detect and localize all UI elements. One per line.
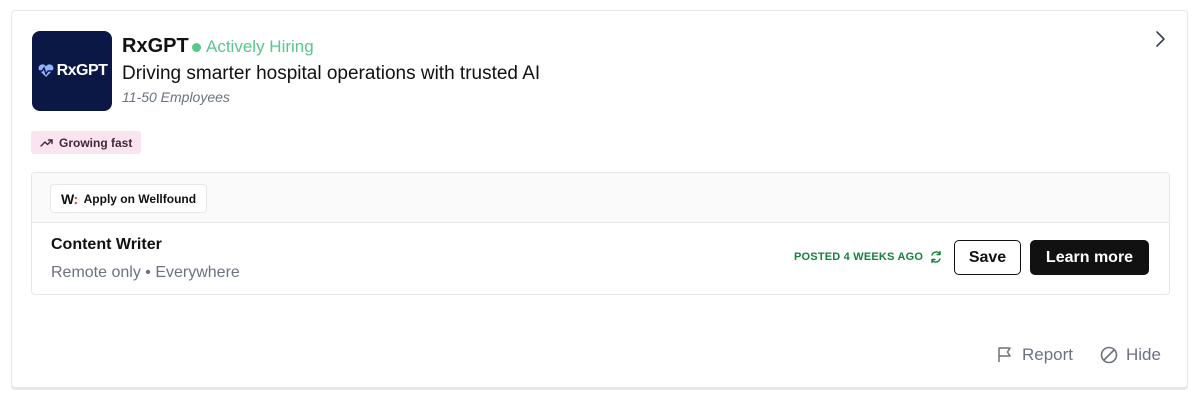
apply-on-wellfound-button[interactable]: W: Apply on Wellfound <box>50 184 208 213</box>
badge-label: Growing fast <box>59 135 133 150</box>
posted-date: POSTED 4 WEEKS AGO <box>794 250 943 264</box>
hiring-status-label: Actively Hiring <box>206 37 314 56</box>
company-logo[interactable]: RxGPT <box>32 31 112 111</box>
heart-pulse-icon <box>37 64 54 77</box>
hiring-status: Actively Hiring <box>192 37 314 57</box>
logo-text: RxGPT <box>56 62 108 79</box>
apply-label: Apply on Wellfound <box>83 191 197 206</box>
job-location: Remote only • Everywhere <box>51 264 240 281</box>
hide-label: Hide <box>1126 345 1161 364</box>
growing-fast-badge: Growing fast <box>31 131 142 154</box>
block-icon <box>1100 346 1118 364</box>
hide-button[interactable]: Hide <box>1100 345 1161 365</box>
job-title[interactable]: Content Writer <box>51 236 162 254</box>
chevron-right-icon[interactable] <box>1152 29 1168 49</box>
posted-label: POSTED 4 WEEKS AGO <box>794 251 924 263</box>
trending-up-icon <box>40 138 53 147</box>
company-tagline: Driving smarter hospital operations with… <box>122 63 541 84</box>
company-card[interactable]: RxGPT RxGPT Actively Hiring Driving smar… <box>11 10 1188 388</box>
employee-count: 11-50 Employees <box>122 89 230 105</box>
report-button[interactable]: Report <box>996 345 1073 365</box>
status-dot-icon <box>192 42 201 52</box>
save-button[interactable]: Save <box>954 240 1021 275</box>
learn-more-button[interactable]: Learn more <box>1030 240 1149 275</box>
refresh-icon <box>931 250 941 264</box>
wellfound-logo-icon: W: <box>61 190 78 207</box>
report-label: Report <box>1022 345 1074 364</box>
job-listing-header: W: Apply on Wellfound <box>32 173 1169 223</box>
job-listing: W: Apply on Wellfound Content Writer Rem… <box>31 172 1170 295</box>
flag-icon <box>998 347 1011 362</box>
company-name[interactable]: RxGPT <box>122 35 189 58</box>
